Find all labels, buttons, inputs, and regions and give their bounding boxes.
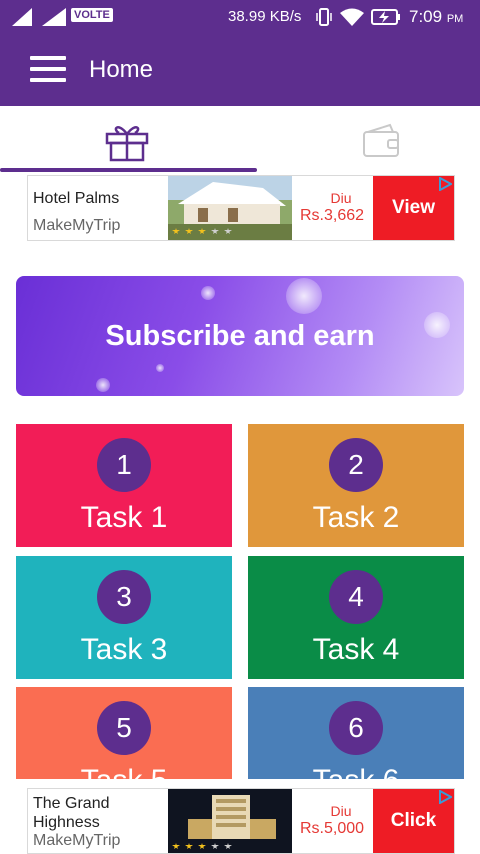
ad-price: Rs.3,662: [300, 207, 365, 224]
task-4-card[interactable]: 4 Task 4: [248, 556, 464, 679]
adchoices-icon[interactable]: [438, 177, 452, 191]
app-bar: Home: [0, 34, 480, 106]
signal-icon: [42, 8, 66, 26]
task-label: Task 6: [248, 764, 464, 779]
task-label: Task 3: [80, 633, 168, 666]
ad-city: Diu: [330, 190, 352, 206]
gift-icon: [105, 126, 149, 162]
ad-hotel-photo: [168, 176, 292, 240]
wifi-icon: [340, 8, 364, 26]
task-1-card[interactable]: 1 Task 1: [16, 424, 232, 547]
task-label: Task 1: [80, 501, 168, 534]
ad-brand: MakeMyTrip: [33, 217, 121, 234]
status-bar: VOLTE 38.99 KB/s 7:09 PM: [0, 0, 480, 34]
task-number-badge: 6: [329, 701, 383, 755]
banner-sparkle: [201, 286, 215, 300]
task-number-badge: 2: [329, 438, 383, 492]
task-5-card[interactable]: 5 Task 5: [16, 687, 232, 779]
page-title: Home: [89, 56, 154, 83]
task-label: Task 5: [16, 764, 232, 779]
ad-hotel-photo: [168, 789, 292, 853]
banner-sparkle: [96, 378, 110, 392]
ad-hotel-name: Hotel Palms: [33, 190, 120, 207]
subscribe-banner[interactable]: Subscribe and earn: [16, 276, 464, 396]
tab-gifts[interactable]: [0, 106, 240, 174]
task-number-badge: 3: [97, 570, 151, 624]
ad-banner-bottom[interactable]: The Grand Highness MakeMyTrip Diu Rs.5,0…: [27, 788, 455, 854]
clock: 7:09 PM: [409, 7, 464, 26]
battery-charging-icon: [371, 9, 400, 25]
ad-city: Diu: [330, 803, 352, 819]
task-number-badge: 4: [329, 570, 383, 624]
subscribe-label: Subscribe and earn: [105, 320, 375, 352]
network-type-badge: VOLTE: [71, 8, 113, 22]
menu-icon[interactable]: [30, 56, 66, 84]
task-3-card[interactable]: 3 Task 3: [16, 556, 232, 679]
ad-brand: MakeMyTrip: [33, 832, 121, 849]
wallet-icon: [363, 123, 399, 157]
vibrate-icon: [316, 8, 332, 26]
adchoices-icon[interactable]: [438, 790, 452, 804]
tab-wallet[interactable]: [240, 106, 480, 174]
network-speed: 38.99 KB/s: [228, 8, 302, 25]
banner-sparkle: [156, 364, 164, 372]
task-6-card[interactable]: 6 Task 6: [248, 687, 464, 779]
ad-banner-top[interactable]: Hotel Palms MakeMyTrip Diu Rs.3,662 View: [27, 175, 455, 241]
task-label: Task 2: [312, 501, 400, 534]
task-number-badge: 1: [97, 438, 151, 492]
ad-price: Rs.5,000: [300, 820, 365, 837]
banner-sparkle: [286, 278, 322, 314]
task-label: Task 4: [312, 633, 400, 666]
task-number-badge: 5: [97, 701, 151, 755]
tab-indicator: [0, 168, 257, 172]
ad-hotel-name: The Grand Highness: [33, 795, 110, 831]
task-grid: 1 Task 1 2 Task 2 3 Task 3 4 Task 4 5 Ta…: [0, 424, 480, 779]
tab-bar: [0, 106, 480, 174]
task-2-card[interactable]: 2 Task 2: [248, 424, 464, 547]
signal-icon: [12, 8, 32, 26]
